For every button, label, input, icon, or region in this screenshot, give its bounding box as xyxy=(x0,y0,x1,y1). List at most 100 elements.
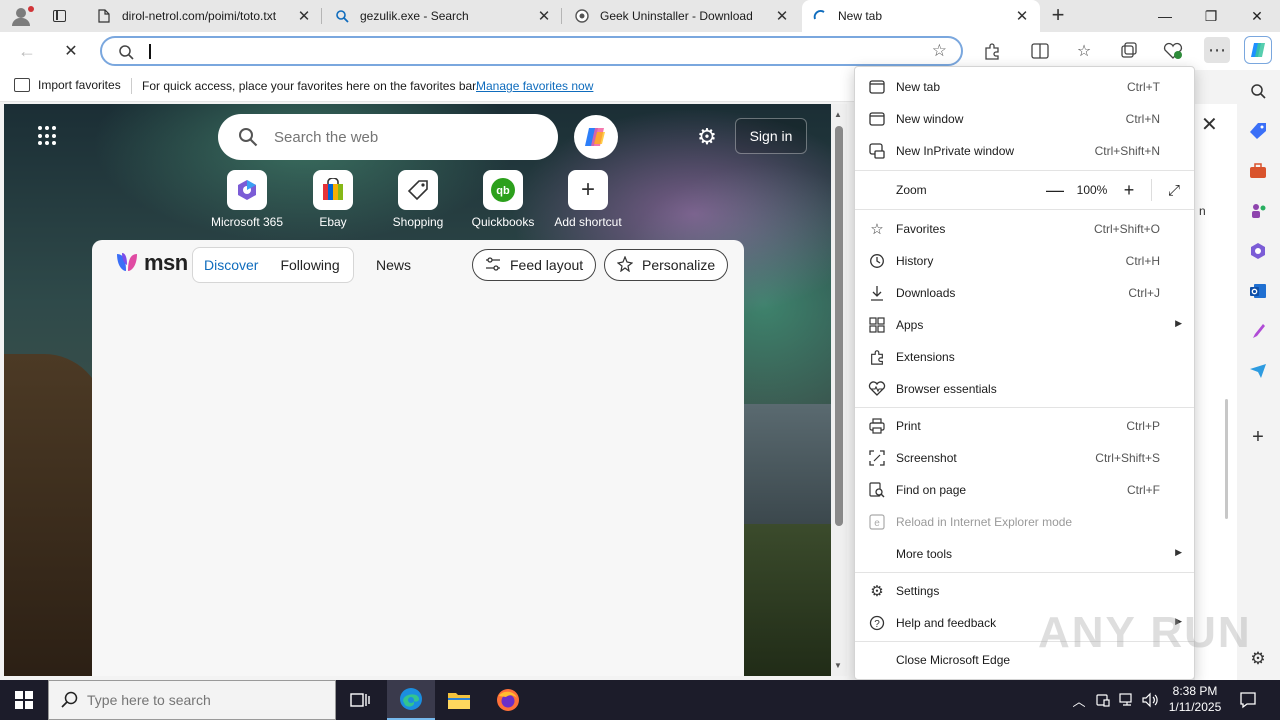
network-icon[interactable] xyxy=(1116,680,1138,720)
manage-favorites-link[interactable]: Manage favorites now xyxy=(476,79,593,93)
page-scrollbar[interactable]: ▲ ▼ xyxy=(831,104,847,676)
menu-item-favorites[interactable]: ☆ Favorites Ctrl+Shift+O xyxy=(855,213,1194,245)
windows-start-icon[interactable] xyxy=(0,680,48,720)
designer-icon[interactable] xyxy=(1247,320,1269,342)
app-launcher-icon[interactable] xyxy=(38,126,58,146)
taskbar-search-input[interactable] xyxy=(87,692,317,708)
menu-item-apps[interactable]: Apps ▶ xyxy=(855,309,1194,341)
search-icon[interactable] xyxy=(1247,80,1269,102)
shopping-tag-icon[interactable] xyxy=(1247,120,1269,142)
shortcut-quickbooks[interactable]: qb Quickbooks xyxy=(460,170,546,229)
tab-close-icon[interactable]: ✕ xyxy=(774,8,790,25)
geek-icon xyxy=(574,8,590,24)
taskbar-clock[interactable]: 8:38 PM 1/11/2025 xyxy=(1164,683,1226,715)
scroll-down-arrow-icon[interactable]: ▼ xyxy=(834,661,842,670)
background-image xyxy=(4,354,104,676)
personalize-label: Personalize xyxy=(642,257,716,273)
show-hidden-icons-chevron-icon[interactable]: ︿ xyxy=(1068,680,1090,720)
tray-device-icon[interactable] xyxy=(1092,680,1114,720)
favorites-bar: Import favorites For quick access, place… xyxy=(0,70,855,102)
back-arrow-icon[interactable]: ← xyxy=(14,38,40,64)
extensions-icon[interactable] xyxy=(980,40,1004,62)
shortcut-microsoft-365[interactable]: Microsoft 365 xyxy=(204,170,290,229)
scroll-up-arrow-icon[interactable]: ▲ xyxy=(834,110,842,119)
tab-close-icon[interactable]: ✕ xyxy=(1014,8,1030,25)
minimize-button[interactable]: — xyxy=(1142,0,1188,32)
menu-item-zoom: Zoom — 100% + ⤢ xyxy=(855,174,1194,206)
menu-item-new-tab[interactable]: New tab Ctrl+T xyxy=(855,71,1194,103)
shortcut-ebay[interactable]: Ebay xyxy=(290,170,376,229)
tab-following[interactable]: Following xyxy=(269,257,350,273)
restore-button[interactable]: ❐ xyxy=(1188,0,1234,32)
close-icon[interactable]: ✕ xyxy=(1201,112,1218,137)
zoom-in-button[interactable]: + xyxy=(1115,180,1143,201)
menu-item-extensions[interactable]: Extensions xyxy=(855,341,1194,373)
svg-text:qb: qb xyxy=(496,185,510,197)
tab-discover[interactable]: Discover xyxy=(193,257,269,273)
tab-geek-uninstaller[interactable]: Geek Uninstaller - Download ✕ xyxy=(564,0,800,32)
feed-layout-button[interactable]: Feed layout xyxy=(472,249,597,281)
menu-item-screenshot[interactable]: Screenshot Ctrl+Shift+S xyxy=(855,442,1194,474)
edge-taskbar-icon[interactable] xyxy=(387,680,435,720)
import-icon xyxy=(14,78,30,92)
import-favorites-button[interactable]: Import favorites xyxy=(14,78,121,92)
scrollbar-thumb[interactable] xyxy=(835,126,843,526)
send-plane-icon[interactable] xyxy=(1247,360,1269,382)
taskbar-search-box[interactable] xyxy=(48,680,336,720)
menu-item-history[interactable]: History Ctrl+H xyxy=(855,245,1194,277)
settings-and-more-icon[interactable]: ⋯ xyxy=(1204,37,1230,63)
sign-in-button[interactable]: Sign in xyxy=(735,118,807,154)
msn-butterfly-icon xyxy=(117,253,137,271)
task-view-icon[interactable] xyxy=(336,680,384,720)
collections-icon[interactable] xyxy=(1117,40,1141,62)
address-bar[interactable]: ☆ xyxy=(100,36,963,66)
personalize-button[interactable]: Personalize xyxy=(604,249,729,281)
new-tab-button[interactable]: + xyxy=(1046,4,1070,28)
menu-item-settings[interactable]: ⚙ Settings xyxy=(855,575,1194,607)
shortcut-shopping[interactable]: Shopping xyxy=(375,170,461,229)
menu-item-browser-essentials[interactable]: Browser essentials xyxy=(855,373,1194,405)
menu-item-new-inprivate-window[interactable]: New InPrivate window Ctrl+Shift+N xyxy=(855,135,1194,167)
menu-item-new-window[interactable]: New window Ctrl+N xyxy=(855,103,1194,135)
volume-icon[interactable] xyxy=(1140,680,1162,720)
tools-briefcase-icon[interactable] xyxy=(1247,160,1269,182)
fullscreen-expand-icon[interactable]: ⤢ xyxy=(1160,182,1188,199)
stop-loading-icon[interactable]: ✕ xyxy=(58,38,84,64)
tab-new-tab[interactable]: New tab ✕ xyxy=(802,0,1040,32)
star-add-favorite-icon[interactable]: ☆ xyxy=(932,41,947,61)
favorites-icon[interactable]: ☆ xyxy=(1072,40,1096,62)
menu-item-downloads[interactable]: Downloads Ctrl+J xyxy=(855,277,1194,309)
address-input[interactable] xyxy=(154,40,914,62)
firefox-icon[interactable] xyxy=(484,680,532,720)
tab-gezulik-search[interactable]: gezulik.exe - Search ✕ xyxy=(324,0,562,32)
tab-actions-icon[interactable] xyxy=(48,6,70,26)
tab-close-icon[interactable]: ✕ xyxy=(296,8,312,25)
zoom-out-button[interactable]: — xyxy=(1041,180,1069,201)
file-explorer-icon[interactable] xyxy=(435,680,483,720)
favorites-bar-hint: For quick access, place your favorites h… xyxy=(142,79,479,93)
tab-close-icon[interactable]: ✕ xyxy=(536,8,552,25)
notifications-icon[interactable] xyxy=(1234,680,1262,720)
profile-avatar-icon[interactable] xyxy=(8,4,34,28)
tab-toto-txt[interactable]: dirol-netrol.com/poimi/toto.txt ✕ xyxy=(86,0,322,32)
add-sidebar-app-icon[interactable]: + xyxy=(1247,426,1269,448)
microsoft-365-icon[interactable] xyxy=(1247,240,1269,262)
outlook-icon[interactable] xyxy=(1247,280,1269,302)
menu-item-more-tools[interactable]: More tools ▶ xyxy=(855,538,1194,570)
web-search-input[interactable] xyxy=(274,126,534,148)
split-screen-icon[interactable] xyxy=(1028,40,1052,62)
tab-news[interactable]: News xyxy=(376,257,411,273)
menu-item-print[interactable]: Print Ctrl+P xyxy=(855,410,1194,442)
clock-time: 8:38 PM xyxy=(1172,684,1218,698)
close-window-button[interactable]: ✕ xyxy=(1234,0,1280,32)
copilot-icon[interactable] xyxy=(1244,36,1272,64)
web-search-box[interactable] xyxy=(218,114,558,160)
browser-essentials-icon[interactable] xyxy=(1161,40,1185,62)
add-shortcut-button[interactable]: + Add shortcut xyxy=(545,170,631,229)
copilot-button[interactable] xyxy=(574,115,618,159)
games-icon[interactable] xyxy=(1247,200,1269,222)
msn-logo[interactable]: msn xyxy=(114,250,188,276)
menu-item-find-on-page[interactable]: Find on page Ctrl+F xyxy=(855,474,1194,506)
page-settings-gear-icon[interactable]: ⚙ xyxy=(694,124,720,150)
side-panel-scrollbar[interactable] xyxy=(1225,399,1228,519)
